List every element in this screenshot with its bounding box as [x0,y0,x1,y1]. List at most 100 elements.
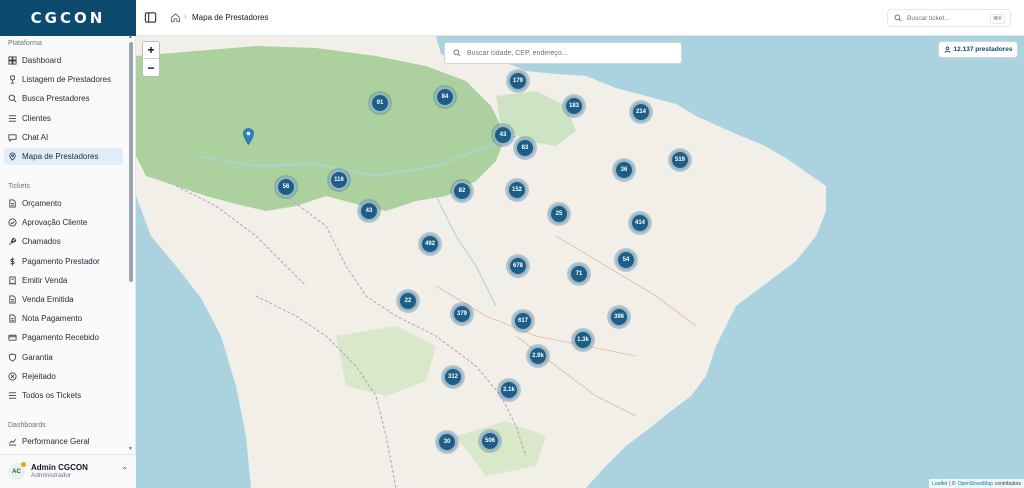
map-cluster-marker[interactable]: 22 [398,291,418,311]
sidebar-scrollbar-thumb[interactable] [129,42,133,282]
search-icon [8,94,17,103]
map-search-input[interactable]: Buscar cidade, CEP, endereço... [444,42,682,64]
sidebar-item-label: Chat AI [22,132,49,142]
home-icon[interactable] [170,12,181,23]
sidebar-item-garantia[interactable]: Garantia [4,349,123,366]
sidebar-item-performance-geral[interactable]: Performance Geral [4,433,123,450]
map-cluster-marker[interactable]: 43 [359,201,379,221]
sidebar-item-clientes[interactable]: Clientes [4,110,123,127]
map-pin-icon[interactable] [243,128,254,145]
ticket-search[interactable]: Buscar ticket... ⌘K [887,9,1011,27]
map-cluster-marker[interactable]: 617 [513,311,533,331]
sidebar-toggle-icon[interactable] [144,11,157,24]
map-cluster-marker[interactable]: 116 [329,170,349,190]
sidebar-item-label: Aprovação Cliente [22,218,88,228]
sidebar-item-label: Busca Prestadores [22,94,90,104]
sidebar-item-label: Orçamento [22,199,62,208]
sidebar-item-mapa-de-prestadores[interactable]: Mapa de Prestadores [4,148,123,165]
sidebar-item-emitir-venda[interactable]: Emitir Venda [4,272,123,289]
sidebar-item-label: Pagamento Recebido [22,333,99,343]
sidebar-item-busca-prestadores[interactable]: Busca Prestadores [4,90,123,107]
map-cluster-marker[interactable]: 506 [480,431,500,451]
map-cluster-marker[interactable]: 152 [507,180,527,200]
provider-count-badge[interactable]: 12.137 prestadores [938,41,1018,58]
sidebar-item-label: Mapa de Prestadores [22,152,99,161]
sidebar-item-label: Todos os Tickets [22,391,82,400]
map-cluster-marker[interactable]: 2.1k [499,380,519,400]
scroll-down-icon[interactable]: ▼ [128,446,133,452]
sidebar-item-label: Performance Geral [22,437,90,446]
map-cluster-marker[interactable]: 36 [614,160,634,180]
dashboard-icon [8,56,17,65]
map-cluster-marker[interactable]: 519 [670,150,690,170]
map-cluster-marker[interactable]: 214 [631,102,651,122]
map-cluster-marker[interactable]: 396 [609,307,629,327]
map-cluster-marker[interactable]: 183 [564,96,584,116]
user-role: Administrador [31,472,72,480]
logo-bar[interactable]: CGCON [0,0,136,36]
map-cluster-marker[interactable]: 2.9k [528,346,548,366]
chevron-updown-icon[interactable]: ⌃ [121,466,128,475]
map-cluster-marker[interactable]: 91 [370,93,390,113]
map-cluster-marker[interactable]: 1.3k [573,330,593,350]
map-cluster-marker[interactable]: 56 [276,177,296,197]
sidebar-item-label: Dashboard [22,56,62,65]
receipt-icon [8,276,17,285]
zoom-in-button[interactable]: + [143,42,159,59]
sidebar-item-aprovacao-cliente[interactable]: Aprovação Cliente [4,214,123,231]
map-cluster-marker[interactable]: 84 [435,87,455,107]
map-cluster-marker[interactable]: 414 [630,213,650,233]
credit-card-icon [8,333,17,342]
zoom-control: + − [142,41,160,77]
map-cluster-marker[interactable]: 179 [508,71,528,91]
nav-section-heading: Plataforma [8,40,42,47]
sidebar-item-rejeitado[interactable]: Rejeitado [4,368,123,385]
sidebar-item-venda-emitida[interactable]: Venda Emitida [4,291,123,308]
map-cluster-marker[interactable]: 83 [515,138,535,158]
zoom-out-button[interactable]: − [143,59,159,76]
map-cluster-marker[interactable]: 43 [493,125,513,145]
sidebar-item-pagamento-prestador[interactable]: Pagamento Prestador [4,253,123,270]
sidebar-item-listagem-de-prestadores[interactable]: Listagem de Prestadores [4,71,123,88]
map-cluster-marker[interactable]: 312 [443,367,463,387]
check-circle-icon [8,218,17,227]
map-cluster-marker[interactable]: 678 [508,256,528,276]
sidebar-item-todos-os-tickets[interactable]: Todos os Tickets [4,387,123,404]
list-icon [8,391,17,400]
status-dot [21,462,26,467]
sidebar-item-label: Rejeitado [22,371,56,381]
sidebar-item-pagamento-recebido[interactable]: Pagamento Recebido [4,329,123,346]
map-cluster-marker[interactable]: 71 [569,264,589,284]
sidebar-item-chat-ai[interactable]: Chat AI [4,129,123,146]
sidebar-item-label: Nota Pagamento [22,314,83,324]
provider-map[interactable]: + − Buscar cidade, CEP, endereço... 12.1… [136,36,1024,488]
sidebar-item-nota-pagamento[interactable]: Nota Pagamento [4,310,123,327]
user-menu[interactable]: AC Admin CGCON Administrador ⌃ [0,454,136,488]
sidebar-item-orcamento[interactable]: Orçamento [4,195,123,212]
map-cluster-marker[interactable]: 82 [452,181,472,201]
map-cluster-marker[interactable]: 25 [549,204,569,224]
sidebar-item-label: Garantia [22,352,53,362]
search-icon [894,14,902,22]
app-root: CGCON Plataforma Dashboard Listagem de Pre… [0,0,1024,488]
sidebar-item-dashboard[interactable]: Dashboard [4,52,123,69]
chart-icon [8,437,17,446]
user-name: Admin CGCON [31,463,88,473]
document-icon [8,314,17,323]
attribution-osm-link[interactable]: OpenStreetMap [958,481,993,487]
x-circle-icon [8,372,17,381]
scroll-up-icon[interactable]: ▲ [128,34,133,40]
map-cluster-marker[interactable]: 379 [452,304,472,324]
app-logo: CGCON [30,9,106,27]
sidebar-scrollbar[interactable]: ▲ ▼ [128,34,134,454]
shield-icon [8,353,17,362]
map-cluster-marker[interactable]: 492 [420,234,440,254]
map-cluster-marker[interactable]: 30 [437,432,457,452]
attribution-leaflet-link[interactable]: Leaflet [932,481,947,487]
sidebar-item-chamados[interactable]: Chamados [4,233,123,250]
provider-count: 12.137 prestadores [953,46,1013,53]
map-cluster-marker[interactable]: 54 [616,250,636,270]
search-shortcut: ⌘K [989,14,1005,24]
top-header: › Mapa de Prestadores Buscar ticket... ⌘… [136,0,1024,36]
sidebar-item-label: Pagamento Prestador [22,256,100,266]
